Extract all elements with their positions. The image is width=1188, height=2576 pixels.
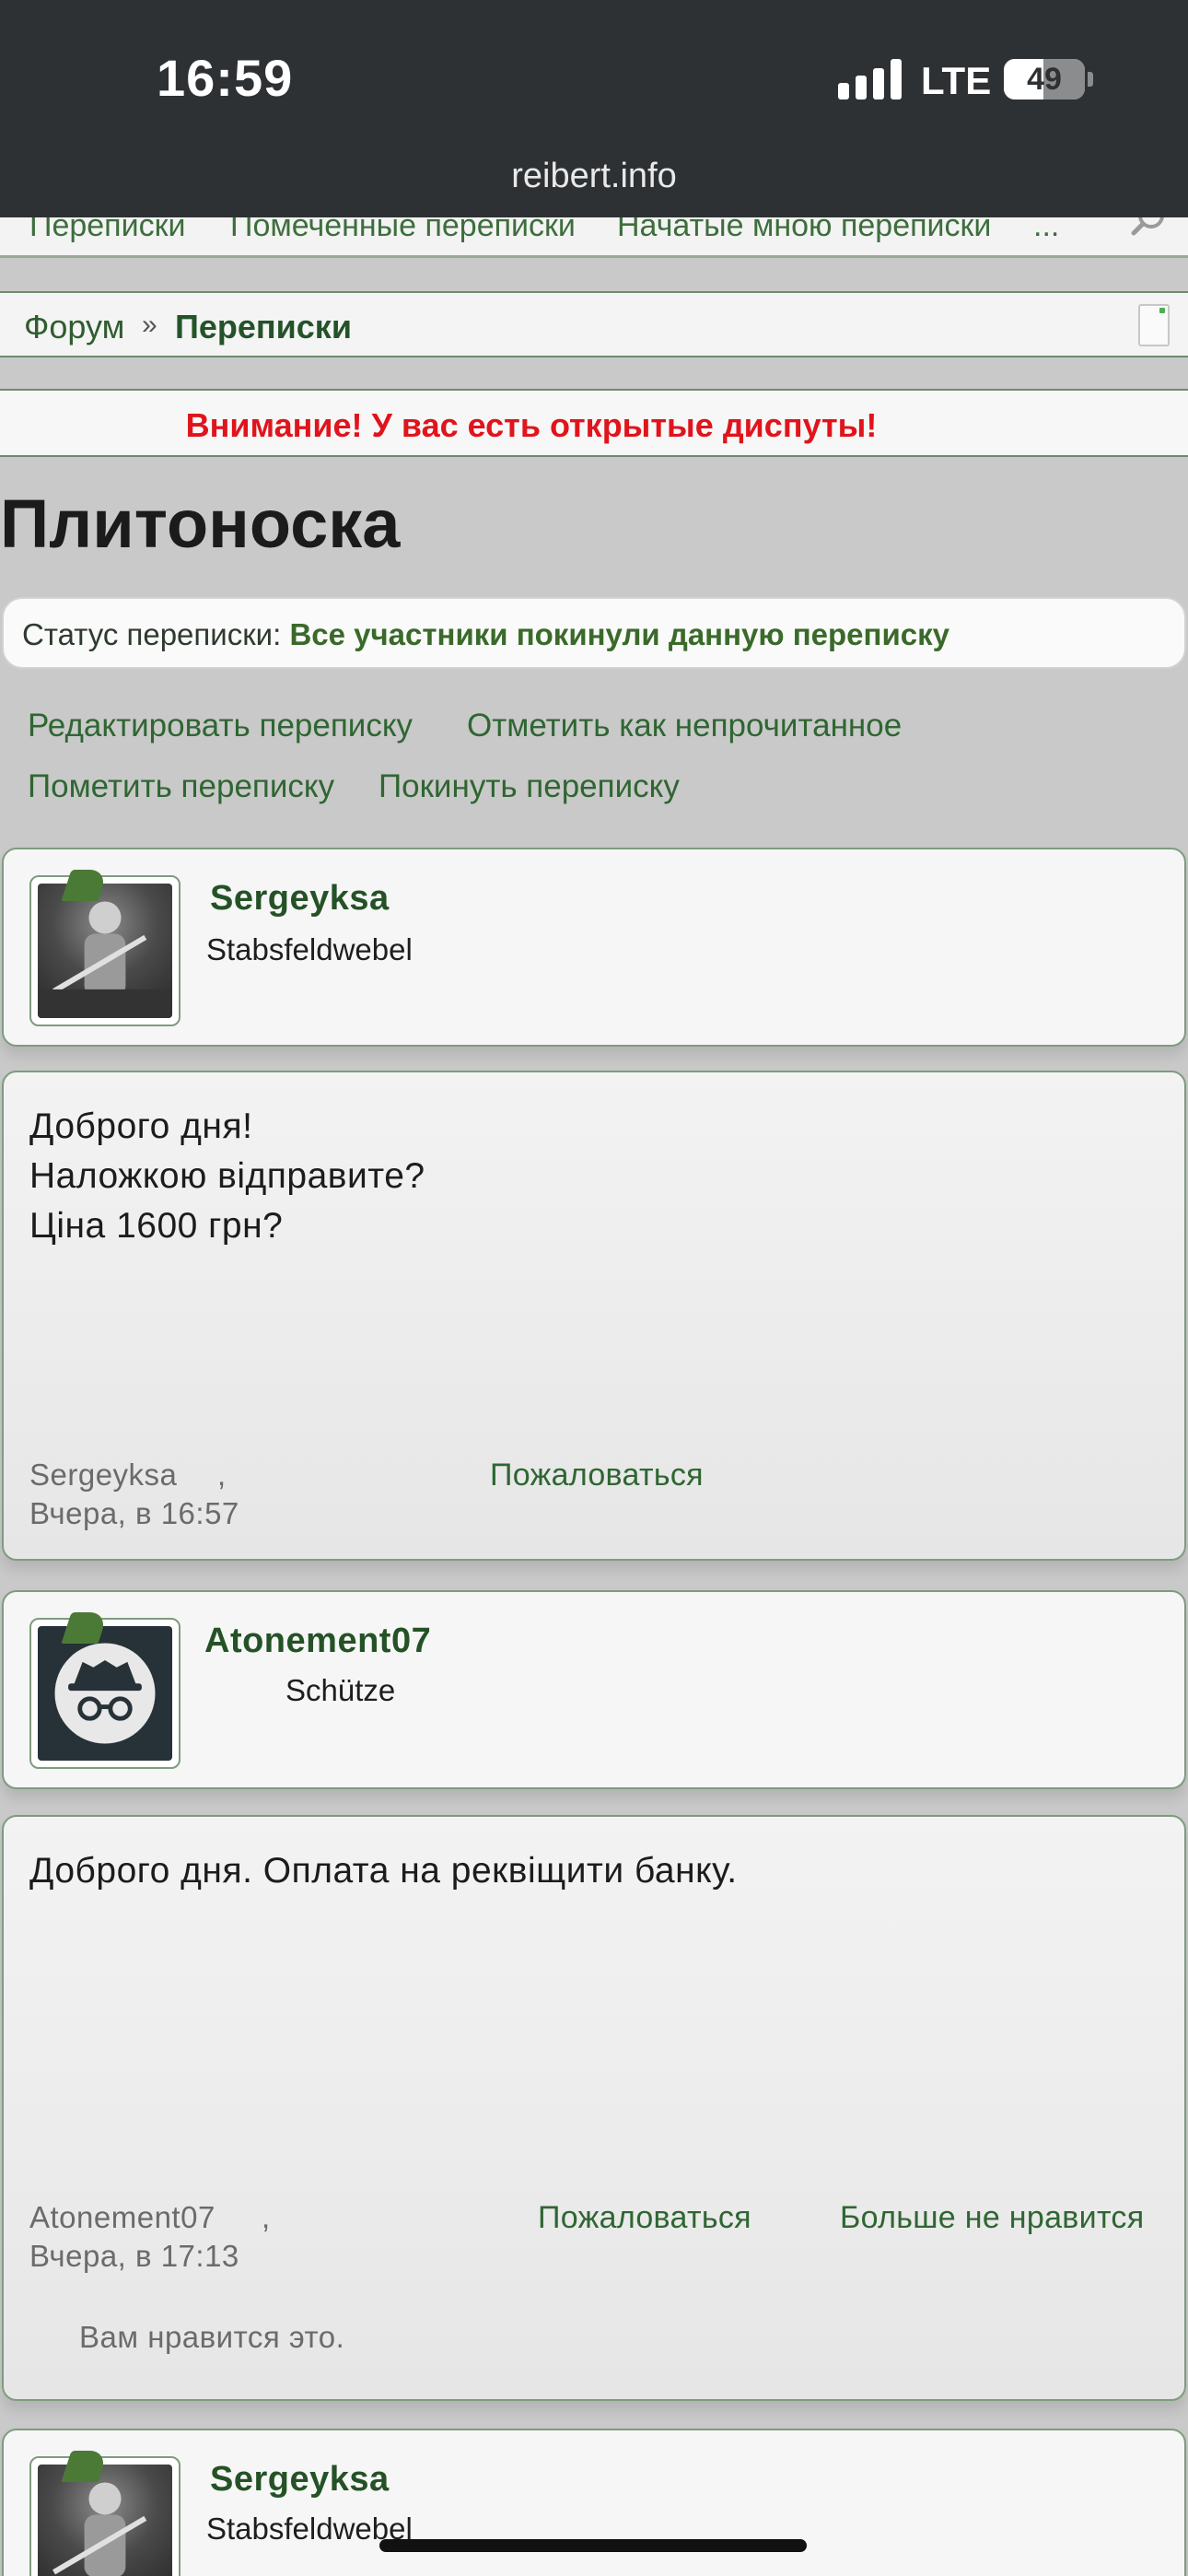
signal-icon xyxy=(838,57,903,100)
message-body: Доброго дня. Оплата на реквіщити банку. … xyxy=(2,1815,1186,2401)
message-text: Доброго дня. Оплата на реквіщити банку. xyxy=(29,1846,738,1896)
breadcrumb-forum[interactable]: Форум xyxy=(24,308,124,346)
avatar-image-sergeyksa xyxy=(38,884,172,1018)
breadcrumb: Форум » Переписки xyxy=(0,291,1188,357)
unlike-link[interactable]: Больше не нравится xyxy=(840,2200,1144,2236)
message-date[interactable]: Вчера, в 16:57 xyxy=(29,1496,239,1531)
avatar[interactable] xyxy=(29,2451,181,2576)
conversation-status-label: Статус переписки: xyxy=(22,617,282,651)
clock: 16:59 xyxy=(157,49,294,107)
message-author-card: Sergeyksa Stabsfeldwebel xyxy=(2,848,1186,1047)
message-line: Доброго дня! xyxy=(29,1107,253,1146)
network-type: LTE xyxy=(921,59,992,102)
search-icon[interactable] xyxy=(1131,217,1168,245)
breadcrumb-current[interactable]: Переписки xyxy=(175,308,352,346)
disputes-notice: Внимание! У вас есть открытые диспуты! xyxy=(0,389,1188,457)
message-author-card: Atonement07 Schütze xyxy=(2,1590,1186,1789)
home-indicator[interactable] xyxy=(379,2539,807,2552)
likes-summary: Вам нравится это. xyxy=(79,2320,345,2354)
author-name[interactable]: Atonement07 xyxy=(204,1622,431,1661)
avatar[interactable] xyxy=(29,1612,181,1769)
soldier-photo-icon xyxy=(52,2482,147,2576)
message-line: Доброго дня. Оплата на реквіщити банку. xyxy=(29,1851,738,1891)
message-meta-author[interactable]: Atonement07 xyxy=(29,2200,215,2235)
message-date[interactable]: Вчера, в 17:13 xyxy=(29,2239,239,2274)
battery-level: 49 xyxy=(1027,62,1062,97)
notice-text[interactable]: Внимание! У вас есть открытые диспуты! xyxy=(186,406,878,445)
author-name[interactable]: Sergeyksa xyxy=(210,2460,390,2500)
author-name[interactable]: Sergeyksa xyxy=(210,879,390,919)
author-title: Schütze xyxy=(285,1673,396,1707)
address-bar[interactable]: reibert.info xyxy=(0,157,1188,196)
author-title: Stabsfeldwebel xyxy=(206,932,413,966)
avatar-image-sergeyksa xyxy=(38,2465,172,2576)
message-text: Доброго дня! Наложкою відправите? Ціна 1… xyxy=(29,1102,425,1251)
conversation-status-value: Все участники покинули данную переписку xyxy=(289,617,949,651)
message-line: Ціна 1600 грн? xyxy=(29,1206,284,1246)
nav-started-by-me[interactable]: Начатые мною переписки xyxy=(617,217,991,244)
meta-comma: , xyxy=(262,2200,271,2234)
report-link[interactable]: Пожаловаться xyxy=(538,2200,751,2236)
battery-cap xyxy=(1088,72,1093,87)
avatar-image-atonement07 xyxy=(38,1626,172,1761)
edit-conversation-link[interactable]: Редактировать переписку xyxy=(28,708,413,744)
mark-unread-link[interactable]: Отметить как непрочитанное xyxy=(467,708,902,744)
leave-conversation-link[interactable]: Покинуть переписку xyxy=(379,768,680,805)
star-conversation-link[interactable]: Пометить переписку xyxy=(28,768,334,805)
document-icon[interactable] xyxy=(1138,304,1170,346)
nav-starred[interactable]: Помеченные переписки xyxy=(230,217,576,244)
nav-conversations[interactable]: Переписки xyxy=(29,217,185,244)
conversation-status-text: Статус переписки: Все участники покинули… xyxy=(22,617,949,652)
message-body: Доброго дня! Наложкою відправите? Ціна 1… xyxy=(2,1071,1186,1561)
report-link[interactable]: Пожаловаться xyxy=(490,1458,704,1493)
avatar[interactable] xyxy=(29,870,181,1026)
status-bar: 16:59 LTE 49 reibert.info xyxy=(0,0,1188,217)
page-title: Плитоноска xyxy=(0,486,401,562)
message-meta-author[interactable]: Sergeyksa xyxy=(29,1458,177,1493)
breadcrumb-separator: » xyxy=(142,310,157,340)
nav-more[interactable]: ... xyxy=(1033,217,1059,244)
conversations-nav: Переписки Помеченные переписки Начатые м… xyxy=(0,217,1188,258)
meta-comma: , xyxy=(217,1458,227,1492)
message-line: Наложкою відправите? xyxy=(29,1156,425,1196)
conversation-status: Статус переписки: Все участники покинули… xyxy=(2,597,1186,669)
battery-icon: 49 xyxy=(1004,59,1085,100)
soldier-photo-icon xyxy=(38,901,172,1018)
message-author-card: Sergeyksa Stabsfeldwebel xyxy=(2,2429,1186,2576)
incognito-icon xyxy=(54,1643,156,1744)
